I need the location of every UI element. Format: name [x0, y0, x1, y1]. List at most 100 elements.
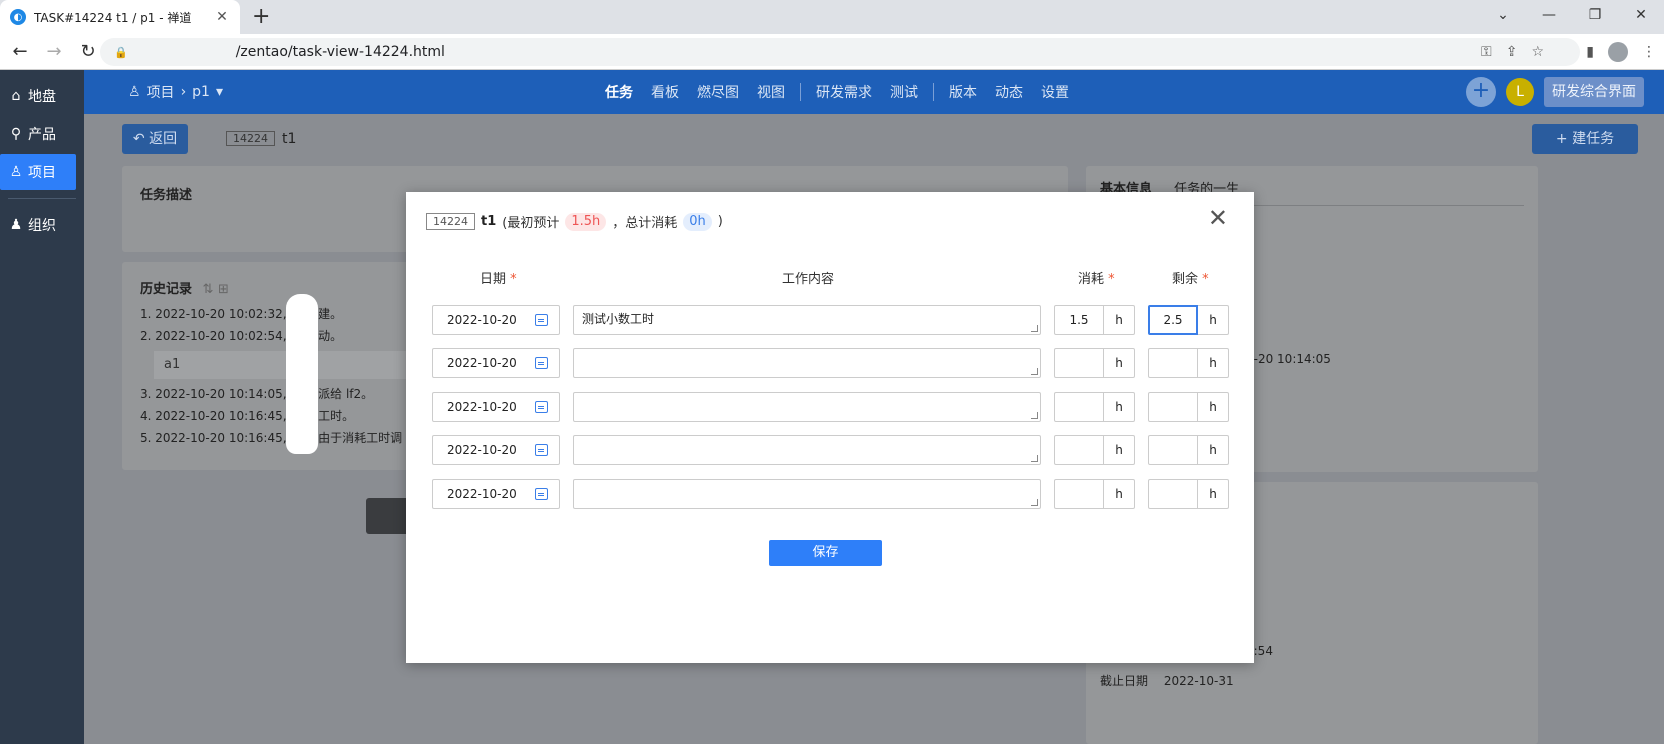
expand-all-icon[interactable]: ⊞: [218, 282, 229, 297]
nav-view[interactable]: 视图: [748, 82, 794, 102]
date-field[interactable]: 2022-10-20: [432, 435, 560, 465]
close-icon[interactable]: ✕: [1208, 204, 1228, 232]
nav-settings[interactable]: 设置: [1032, 82, 1078, 102]
work-content-field[interactable]: [573, 479, 1041, 509]
resize-handle-icon[interactable]: [1031, 325, 1038, 332]
resize-handle-icon[interactable]: [1031, 499, 1038, 506]
left-field[interactable]: [1148, 479, 1198, 509]
tab-title: TASK#14224 t1 / p1 - 禅道: [34, 10, 192, 25]
resize-handle-icon[interactable]: [1031, 455, 1038, 462]
effort-row: 2022-10-20 h h: [432, 392, 1232, 422]
minimize-icon[interactable]: —: [1526, 0, 1572, 34]
sidebar-item-home[interactable]: ⌂ 地盘: [0, 78, 84, 114]
calendar-icon[interactable]: [535, 488, 548, 500]
date-field[interactable]: 2022-10-20: [432, 479, 560, 509]
col-left-header: 剩余 *: [1172, 268, 1209, 287]
left-field[interactable]: [1148, 392, 1198, 422]
effort-row: 2022-10-20 h h: [432, 479, 1232, 509]
switch-interface-button[interactable]: 研发综合界面: [1544, 77, 1644, 107]
consumed-unit: h: [1104, 479, 1135, 509]
crumb-current[interactable]: p1: [192, 84, 210, 100]
consumed-field[interactable]: [1054, 348, 1104, 378]
window-close-icon[interactable]: ✕: [1618, 0, 1664, 34]
date-value: 2022-10-20: [447, 313, 517, 327]
new-tab-button[interactable]: +: [252, 4, 270, 29]
consumed-field[interactable]: [1054, 392, 1104, 422]
resize-handle-icon[interactable]: [1031, 412, 1038, 419]
calendar-icon[interactable]: [535, 401, 548, 413]
work-content-field[interactable]: [573, 435, 1041, 465]
resize-handle-icon[interactable]: [1031, 368, 1038, 375]
col-date-header: 日期 *: [480, 268, 517, 287]
date-value: 2022-10-20: [447, 400, 517, 414]
nav-kanban[interactable]: 看板: [642, 82, 688, 102]
reload-icon[interactable]: ↻: [74, 41, 102, 62]
browser-tab[interactable]: ◐ TASK#14224 t1 / p1 - 禅道 ✕: [0, 0, 240, 34]
consumed-field[interactable]: [1054, 479, 1104, 509]
work-content-field[interactable]: [573, 392, 1041, 422]
back-arrow-icon[interactable]: ←: [6, 41, 34, 62]
date-value: 2022-10-20: [447, 487, 517, 501]
top-header: ♙ 项目 › p1 ▾ 任务 看板 燃尽图 视图 研发需求 测试 版本 动态 设…: [84, 70, 1664, 114]
menu-icon[interactable]: ⋮: [1642, 44, 1656, 60]
consumed-unit: h: [1104, 305, 1135, 335]
home-icon: ⌂: [11, 88, 21, 104]
calendar-icon[interactable]: [535, 444, 548, 456]
redaction-blot: [286, 294, 318, 454]
col-left-label: 剩余: [1172, 272, 1199, 287]
url-text: /zentao/task-view-14224.html: [235, 44, 445, 60]
crumb-root[interactable]: 项目: [147, 82, 175, 102]
col-consumed-label: 消耗: [1078, 272, 1105, 287]
left-field[interactable]: [1148, 435, 1198, 465]
left-field[interactable]: 2.5: [1148, 305, 1198, 335]
header-right: + L 研发综合界面: [1466, 77, 1644, 107]
deadline-label: 截止日期: [1100, 674, 1149, 688]
star-icon[interactable]: ☆: [1531, 44, 1544, 60]
date-field[interactable]: 2022-10-20: [432, 392, 560, 422]
date-value: 2022-10-20: [447, 356, 517, 370]
consumed-field[interactable]: 1.5: [1054, 305, 1104, 335]
left-field[interactable]: [1148, 348, 1198, 378]
sidebar-item-product[interactable]: ⚲ 产品: [0, 116, 84, 152]
restore-icon[interactable]: ❐: [1572, 0, 1618, 34]
consumed-field[interactable]: [1054, 435, 1104, 465]
back-button[interactable]: ↶ 返回: [122, 124, 188, 154]
caret-down-icon[interactable]: ▾: [216, 84, 223, 100]
tab-close-icon[interactable]: ✕: [214, 9, 230, 25]
nav-tasks[interactable]: 任务: [596, 82, 642, 102]
nav-burndown[interactable]: 燃尽图: [688, 82, 748, 102]
work-content-field[interactable]: [573, 348, 1041, 378]
save-button[interactable]: 保存: [769, 540, 882, 566]
forward-arrow-icon[interactable]: →: [40, 41, 68, 62]
calendar-icon[interactable]: [535, 357, 548, 369]
address-bar[interactable]: 🔒 /zentao/task-view-14224.html: [100, 38, 1580, 66]
lock-icon[interactable]: 🔒: [114, 46, 128, 59]
sort-icon[interactable]: ⇅: [203, 282, 214, 297]
browser-toolbar: ← → ↻ 🔒 /zentao/task-view-14224.html ⚿ ⇪…: [0, 34, 1664, 70]
calendar-icon[interactable]: [535, 314, 548, 326]
left-unit: h: [1198, 479, 1229, 509]
project-icon: ♙: [9, 164, 23, 180]
col-consumed-header: 消耗 *: [1078, 268, 1115, 287]
nav-stories[interactable]: 研发需求: [807, 82, 881, 102]
create-plus-icon[interactable]: +: [1466, 77, 1496, 107]
avatar[interactable]: L: [1506, 78, 1534, 106]
side-panel-icon[interactable]: ▮: [1586, 44, 1594, 60]
history-title-text: 历史记录: [140, 282, 193, 297]
nav-dynamic[interactable]: 动态: [986, 82, 1032, 102]
plus-icon: +: [1555, 131, 1568, 147]
left-unit: h: [1198, 392, 1229, 422]
sidebar-item-org[interactable]: ♟ 组织: [0, 207, 84, 243]
key-icon[interactable]: ⚿: [1481, 44, 1492, 60]
date-field[interactable]: 2022-10-20: [432, 348, 560, 378]
date-field[interactable]: 2022-10-20: [432, 305, 560, 335]
nav-test[interactable]: 测试: [881, 82, 927, 102]
profile-icon[interactable]: [1608, 42, 1628, 62]
work-content-field[interactable]: 测试小数工时: [573, 305, 1041, 335]
required-mark: *: [1202, 272, 1209, 287]
sidebar-item-project[interactable]: ♙ 项目: [0, 154, 76, 190]
nav-builds[interactable]: 版本: [940, 82, 986, 102]
new-task-button[interactable]: + 建任务: [1532, 124, 1638, 154]
tab-search-icon[interactable]: ⌄: [1480, 0, 1526, 34]
share-icon[interactable]: ⇪: [1506, 44, 1518, 60]
